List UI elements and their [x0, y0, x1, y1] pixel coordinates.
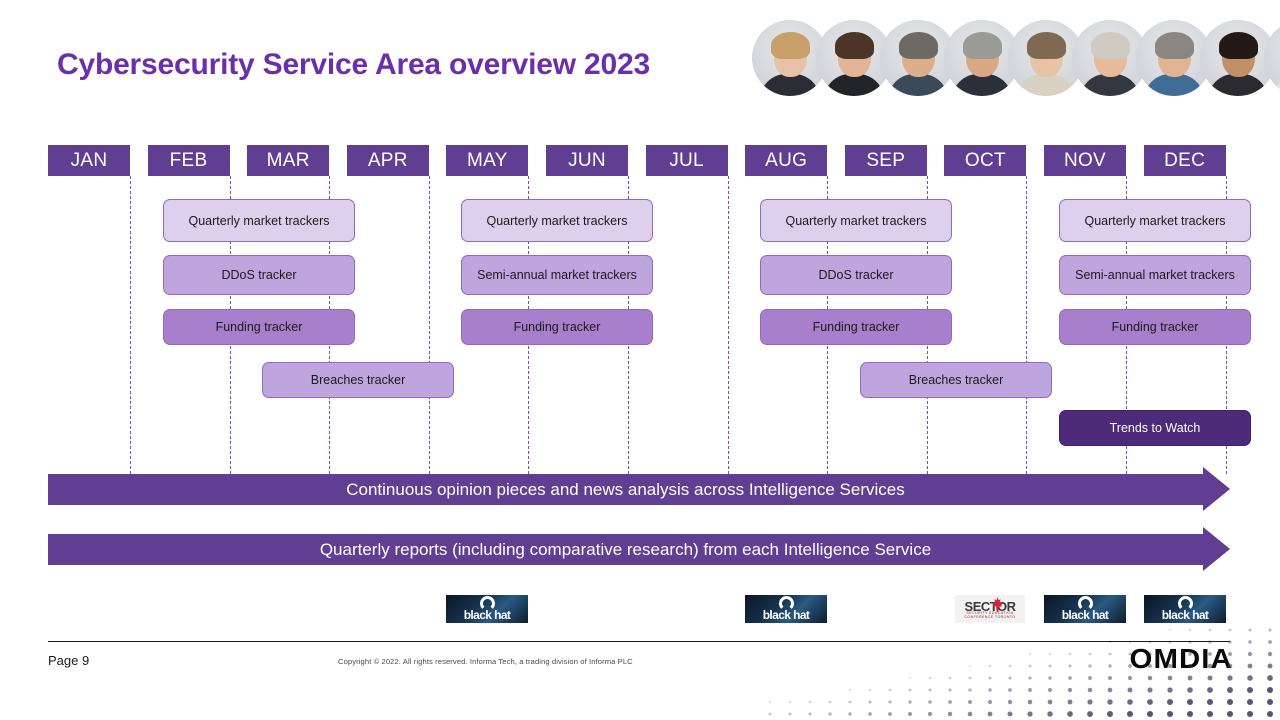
tracker-pill[interactable]: Funding tracker — [163, 309, 355, 345]
tracker-pill[interactable]: Semi-annual market trackers — [461, 255, 653, 295]
black-hat-logo: black hat — [1144, 595, 1226, 623]
tracker-pill[interactable]: Funding tracker — [1059, 309, 1251, 345]
tracker-pill[interactable]: DDoS tracker — [760, 255, 952, 295]
slide-canvas: Cybersecurity Service Area overview 2023… — [0, 0, 1280, 720]
gridline-jan — [130, 176, 131, 474]
month-header-dec[interactable]: DEC — [1143, 145, 1226, 176]
banner-label: Quarterly reports (including comparative… — [319, 540, 932, 559]
black-hat-logo: black hat — [446, 595, 528, 623]
tracker-pill[interactable]: Breaches tracker — [860, 362, 1052, 398]
black-hat-logo: black hat — [1044, 595, 1126, 623]
black-hat-wordmark: black hat — [463, 608, 511, 622]
tracker-pill[interactable]: Trends to Watch — [1059, 410, 1251, 446]
tracker-pill[interactable]: Funding tracker — [760, 309, 952, 345]
month-header-nov[interactable]: NOV — [1044, 145, 1126, 176]
black-hat-wordmark: black hat — [1161, 608, 1209, 622]
sector-logo-mark: SECTOR SECURITY EDUCATION CONFERENCE TORO… — [955, 595, 1025, 623]
month-header-aug[interactable]: AUG — [745, 145, 828, 176]
black-hat-logo-mark: black hat — [446, 595, 528, 623]
banner-arrowhead-icon — [1203, 467, 1230, 511]
tracker-pill[interactable]: Quarterly market trackers — [461, 199, 653, 242]
black-hat-logo-mark: black hat — [1144, 595, 1226, 623]
tracker-pill[interactable]: Semi-annual market trackers — [1059, 255, 1251, 295]
gridline-jul — [728, 176, 729, 474]
month-header-sep[interactable]: SEP — [844, 145, 927, 176]
tracker-pill[interactable]: Breaches tracker — [262, 362, 454, 398]
sector-tagline: SECURITY EDUCATION CONFERENCE TORONTO — [964, 611, 1016, 619]
sector-logo: SECTOR SECURITY EDUCATION CONFERENCE TORO… — [955, 595, 1025, 623]
month-header-jun[interactable]: JUN — [546, 145, 628, 176]
month-header-mar[interactable]: MAR — [247, 145, 330, 176]
banner-arrowhead-icon — [1203, 527, 1230, 571]
omdia-logo: OMDIA — [1129, 643, 1233, 674]
month-header-oct[interactable]: OCT — [944, 145, 1027, 176]
month-header-apr[interactable]: APR — [346, 145, 429, 176]
month-header-may[interactable]: MAY — [446, 145, 529, 176]
banner-label: Continuous opinion pieces and news analy… — [346, 480, 905, 499]
footer-divider — [48, 641, 1230, 642]
month-header-jan[interactable]: JAN — [48, 145, 130, 176]
tracker-pill[interactable]: Quarterly market trackers — [1059, 199, 1251, 242]
month-header-feb[interactable]: FEB — [147, 145, 230, 176]
tracker-pill[interactable]: Quarterly market trackers — [163, 199, 355, 242]
tracker-pill[interactable]: Funding tracker — [461, 309, 653, 345]
black-hat-wordmark: black hat — [762, 608, 810, 622]
tracker-pill[interactable]: DDoS tracker — [163, 255, 355, 295]
copyright-notice: Copyright © 2022. All rights reserved. I… — [338, 657, 633, 666]
tracker-pill[interactable]: Quarterly market trackers — [760, 199, 952, 242]
black-hat-logo: black hat — [745, 595, 827, 623]
timeline-chart: JAN FEB MAR APR MAY JUN JUL AUG SEP OCT NOV DEC Quar… — [0, 0, 1280, 720]
black-hat-logo-mark: black hat — [1044, 595, 1126, 623]
gridline-oct — [1026, 176, 1027, 474]
page-number: Page 9 — [48, 653, 90, 668]
banner-arrow-1[interactable]: Continuous opinion pieces and news analy… — [0, 467, 1280, 511]
black-hat-logo-mark: black hat — [745, 595, 827, 623]
black-hat-wordmark: black hat — [1061, 608, 1109, 622]
month-header-jul[interactable]: JUL — [645, 145, 728, 176]
banner-arrow-2[interactable]: Quarterly reports (including comparative… — [0, 527, 1280, 571]
gridline-apr — [429, 176, 430, 474]
